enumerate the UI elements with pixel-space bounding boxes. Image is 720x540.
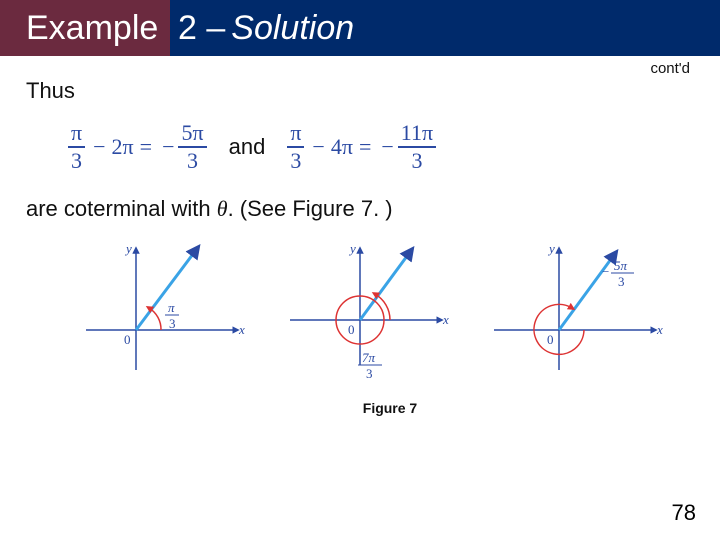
- figure-a: x y 0 π 3: [76, 240, 246, 380]
- title-bar: Example 2 – Solution: [0, 0, 720, 56]
- theta-symbol: θ: [217, 196, 228, 221]
- origin-a: 0: [124, 332, 131, 347]
- contd-label: cont'd: [650, 60, 690, 77]
- eq2-den1: 3: [287, 148, 304, 172]
- eq2-num1: π: [287, 122, 304, 146]
- example-number: 2 –: [178, 9, 225, 48]
- fig-c-num: 5π: [614, 258, 628, 273]
- title-right-panel: 2 – Solution: [170, 0, 720, 56]
- axis-x-c: x: [656, 322, 663, 337]
- axis-y-c: y: [547, 241, 555, 256]
- eq1-neg: −: [162, 134, 174, 160]
- figure-b: x y 0 7π 3: [280, 240, 450, 390]
- axis-x-a: x: [238, 322, 245, 337]
- coterm-suffix: . (See Figure 7. ): [228, 196, 393, 221]
- coterm-prefix: are coterminal with: [26, 196, 217, 221]
- eq1-twopi: 2π: [112, 134, 134, 160]
- eq1-num2: 5π: [178, 122, 206, 146]
- axis-y-a: y: [124, 241, 132, 256]
- eq1-equals: =: [140, 134, 152, 160]
- solution-word: Solution: [231, 9, 354, 48]
- equation-1: π 3 − 2π = − 5π 3: [66, 122, 209, 172]
- equation-2: π 3 − 4π = − 11π 3: [285, 122, 438, 172]
- title-left-panel: Example: [0, 0, 170, 56]
- equation-row: π 3 − 2π = − 5π 3 and π 3 − 4π = −: [66, 122, 694, 172]
- eq2-num2: 11π: [398, 122, 436, 146]
- axis-y-b: y: [348, 241, 356, 256]
- eq2-den2: 3: [408, 148, 425, 172]
- figure-row: x y 0 π 3 x y: [76, 240, 694, 390]
- fig-a-den: 3: [169, 316, 176, 331]
- eq1-num1: π: [68, 122, 85, 146]
- eq2-fourpi: 4π: [331, 134, 353, 160]
- slide-body: Thus π 3 − 2π = − 5π 3 and π 3: [0, 56, 720, 416]
- figure-c: x y 0 − 5π 3: [484, 240, 664, 380]
- figure-caption: Figure 7: [86, 400, 694, 416]
- eq2-neg: −: [381, 134, 393, 160]
- eq1-den2: 3: [184, 148, 201, 172]
- eq1-minus: −: [93, 134, 105, 160]
- fig-b-num: 7π: [362, 350, 376, 365]
- fig-b-den: 3: [366, 366, 373, 381]
- origin-c: 0: [547, 332, 554, 347]
- thus-text: Thus: [26, 78, 694, 104]
- eq2-equals: =: [359, 134, 371, 160]
- coterminal-line: are coterminal with θ. (See Figure 7. ): [26, 196, 694, 222]
- example-word: Example: [26, 9, 158, 48]
- origin-b: 0: [348, 322, 355, 337]
- page-number: 78: [672, 500, 696, 526]
- axis-x-b: x: [442, 312, 449, 327]
- eq1-den1: 3: [68, 148, 85, 172]
- fig-a-num: π: [168, 300, 175, 315]
- fig-c-den: 3: [618, 274, 625, 289]
- eq2-minus: −: [312, 134, 324, 160]
- fig-c-neg: −: [602, 264, 609, 279]
- and-word: and: [229, 134, 266, 160]
